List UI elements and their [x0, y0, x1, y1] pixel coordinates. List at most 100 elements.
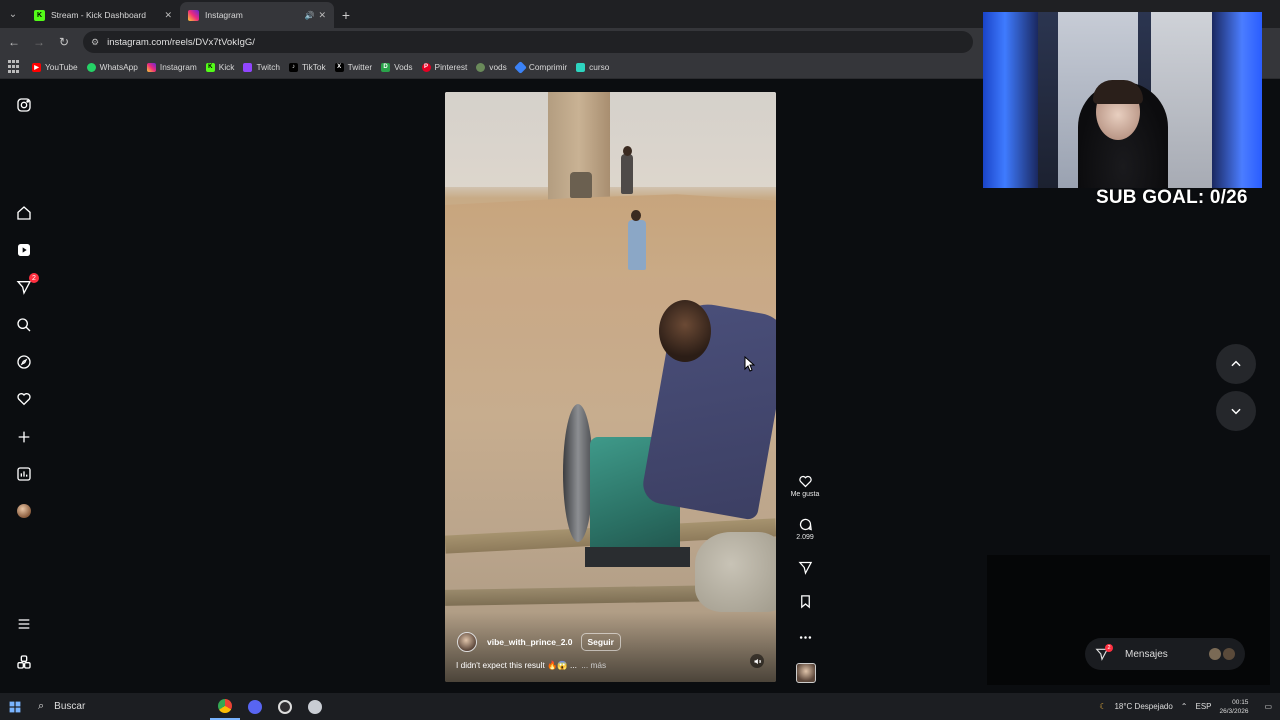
- chrome-taskbar-icon[interactable]: [210, 693, 240, 720]
- tab-search-icon[interactable]: ⌄: [0, 0, 26, 28]
- bookmark-curso[interactable]: curso: [576, 62, 609, 72]
- bookmark-comprimir[interactable]: Comprimir: [513, 60, 568, 74]
- instagram-icon: [188, 9, 199, 21]
- send-icon: [797, 561, 812, 575]
- bookmark-label: TikTok: [301, 62, 326, 72]
- bookmark-instagram[interactable]: Instagram: [146, 62, 197, 72]
- previous-reel-button[interactable]: [1216, 344, 1256, 384]
- bookmark-twitter[interactable]: X Twitter: [334, 62, 373, 72]
- apps-grid-icon[interactable]: [8, 60, 22, 74]
- dashboard-icon[interactable]: [15, 465, 33, 483]
- mouse-cursor-icon: [744, 356, 755, 372]
- bookmark-vods-2[interactable]: vods: [476, 62, 507, 72]
- youtube-icon: ▶: [32, 62, 41, 72]
- tab-title: Instagram: [205, 10, 243, 20]
- messages-icon: 2: [1095, 644, 1113, 661]
- comment-count: 2.099: [796, 534, 814, 541]
- notifications-icon[interactable]: [15, 390, 33, 408]
- menu-icon[interactable]: [15, 615, 33, 633]
- profile-avatar[interactable]: [15, 502, 33, 520]
- back-icon[interactable]: ←: [3, 31, 25, 53]
- tray-chevron-icon[interactable]: ⌃: [1181, 702, 1188, 711]
- close-icon[interactable]: ✕: [164, 10, 172, 21]
- bookmark-tiktok[interactable]: ♪ TikTok: [288, 62, 326, 72]
- search-label: Buscar: [54, 701, 86, 712]
- home-icon[interactable]: [15, 204, 33, 222]
- weather-icon: ☾: [1099, 702, 1107, 711]
- messages-icon[interactable]: 2: [15, 273, 39, 296]
- follow-button[interactable]: Seguir: [580, 633, 621, 651]
- avatar: [1223, 648, 1235, 660]
- bookmark-pinterest[interactable]: P Pinterest: [421, 62, 468, 72]
- clock-date: 26/3/2026: [1219, 707, 1249, 715]
- messages-label: Mensajes: [1125, 648, 1168, 660]
- weather-text[interactable]: 18°C Despejado: [1114, 702, 1172, 711]
- create-icon[interactable]: [15, 428, 33, 446]
- x-icon: X: [334, 62, 344, 72]
- reel-video[interactable]: vibe_with_prince_2.0 Seguir I didn't exp…: [445, 92, 776, 682]
- mute-icon[interactable]: [750, 654, 764, 668]
- discord-taskbar-icon[interactable]: [240, 693, 270, 720]
- share-button[interactable]: [785, 560, 825, 575]
- caption-text: I didn't expect this result 🔥😱 ...: [456, 660, 577, 670]
- address-bar[interactable]: ⚙ instagram.com/reels/DVx7tVokIgG/: [83, 31, 973, 53]
- bookmark-label: Kick: [218, 62, 235, 72]
- comment-icon: [799, 518, 812, 531]
- tab-instagram[interactable]: Instagram 🔊 ✕: [180, 2, 334, 28]
- kick-icon: K: [34, 9, 45, 21]
- address-text: instagram.com/reels/DVx7tVokIgG/: [107, 36, 255, 48]
- author-avatar[interactable]: [457, 632, 477, 652]
- obs-taskbar-icon[interactable]: [270, 693, 300, 720]
- kick-icon: K: [205, 62, 215, 72]
- bookmark-label: Pinterest: [434, 62, 468, 72]
- more-link[interactable]: ... más: [581, 660, 606, 670]
- instagram-icon: [146, 62, 156, 72]
- audio-thumbnail[interactable]: [796, 663, 816, 683]
- bookmark-label: Instagram: [159, 62, 197, 72]
- reel-caption: I didn't expect this result 🔥😱 ... ... m…: [456, 660, 606, 671]
- forward-icon[interactable]: →: [28, 31, 50, 53]
- reels-icon[interactable]: [15, 241, 33, 259]
- meta-icon[interactable]: [15, 653, 33, 671]
- bookmark-kick[interactable]: K Kick: [205, 62, 235, 72]
- new-tab-button[interactable]: +: [334, 2, 358, 28]
- pinterest-icon: P: [421, 62, 431, 72]
- notifications-icon[interactable]: ▭: [1264, 702, 1272, 711]
- save-button[interactable]: [785, 594, 825, 609]
- chevron-up-icon: [1231, 360, 1241, 367]
- explore-icon[interactable]: [15, 353, 33, 371]
- comment-button[interactable]: 2.099: [785, 517, 825, 541]
- notification-badge: 2: [29, 273, 39, 283]
- vods-icon: D: [381, 62, 391, 72]
- bookmark-label: Comprimir: [528, 62, 568, 72]
- tiktok-icon: ♪: [288, 62, 298, 72]
- more-horizontal-icon: [799, 636, 811, 639]
- curso-icon: [576, 62, 586, 72]
- bookmark-youtube[interactable]: ▶ YouTube: [32, 62, 78, 72]
- app-taskbar-icon[interactable]: [300, 693, 330, 720]
- instagram-logo-icon[interactable]: [15, 96, 33, 114]
- bookmark-twitch[interactable]: Twitch: [243, 62, 280, 72]
- messages-badge: 2: [1105, 644, 1113, 652]
- windows-start-icon[interactable]: [0, 693, 30, 720]
- clock[interactable]: 00:15 26/3/2026: [1220, 698, 1257, 716]
- clock-time: 00:15: [1232, 698, 1249, 706]
- bookmark-whatsapp[interactable]: WhatsApp: [86, 62, 138, 72]
- site-info-icon[interactable]: ⚙: [91, 37, 99, 48]
- author-username[interactable]: vibe_with_prince_2.0: [487, 637, 573, 647]
- reload-icon[interactable]: ↻: [53, 31, 75, 53]
- like-button[interactable]: Me gusta: [785, 474, 825, 498]
- speaker-icon[interactable]: 🔊: [304, 11, 314, 20]
- more-options-button[interactable]: [785, 630, 825, 645]
- taskbar-search[interactable]: ⌕ Buscar: [30, 693, 210, 720]
- avatar: [1209, 648, 1221, 660]
- language-indicator[interactable]: ESP: [1196, 702, 1212, 711]
- close-icon[interactable]: ✕: [318, 10, 326, 21]
- bookmark-label: curso: [589, 62, 610, 72]
- messages-button[interactable]: 2 Mensajes: [1085, 638, 1245, 670]
- search-icon[interactable]: [15, 316, 33, 334]
- next-reel-button[interactable]: [1216, 391, 1256, 431]
- bookmark-vods[interactable]: D Vods: [381, 62, 413, 72]
- tab-kick-dashboard[interactable]: K Stream - Kick Dashboard ✕: [26, 2, 180, 28]
- bookmark-label: Twitter: [347, 62, 373, 72]
